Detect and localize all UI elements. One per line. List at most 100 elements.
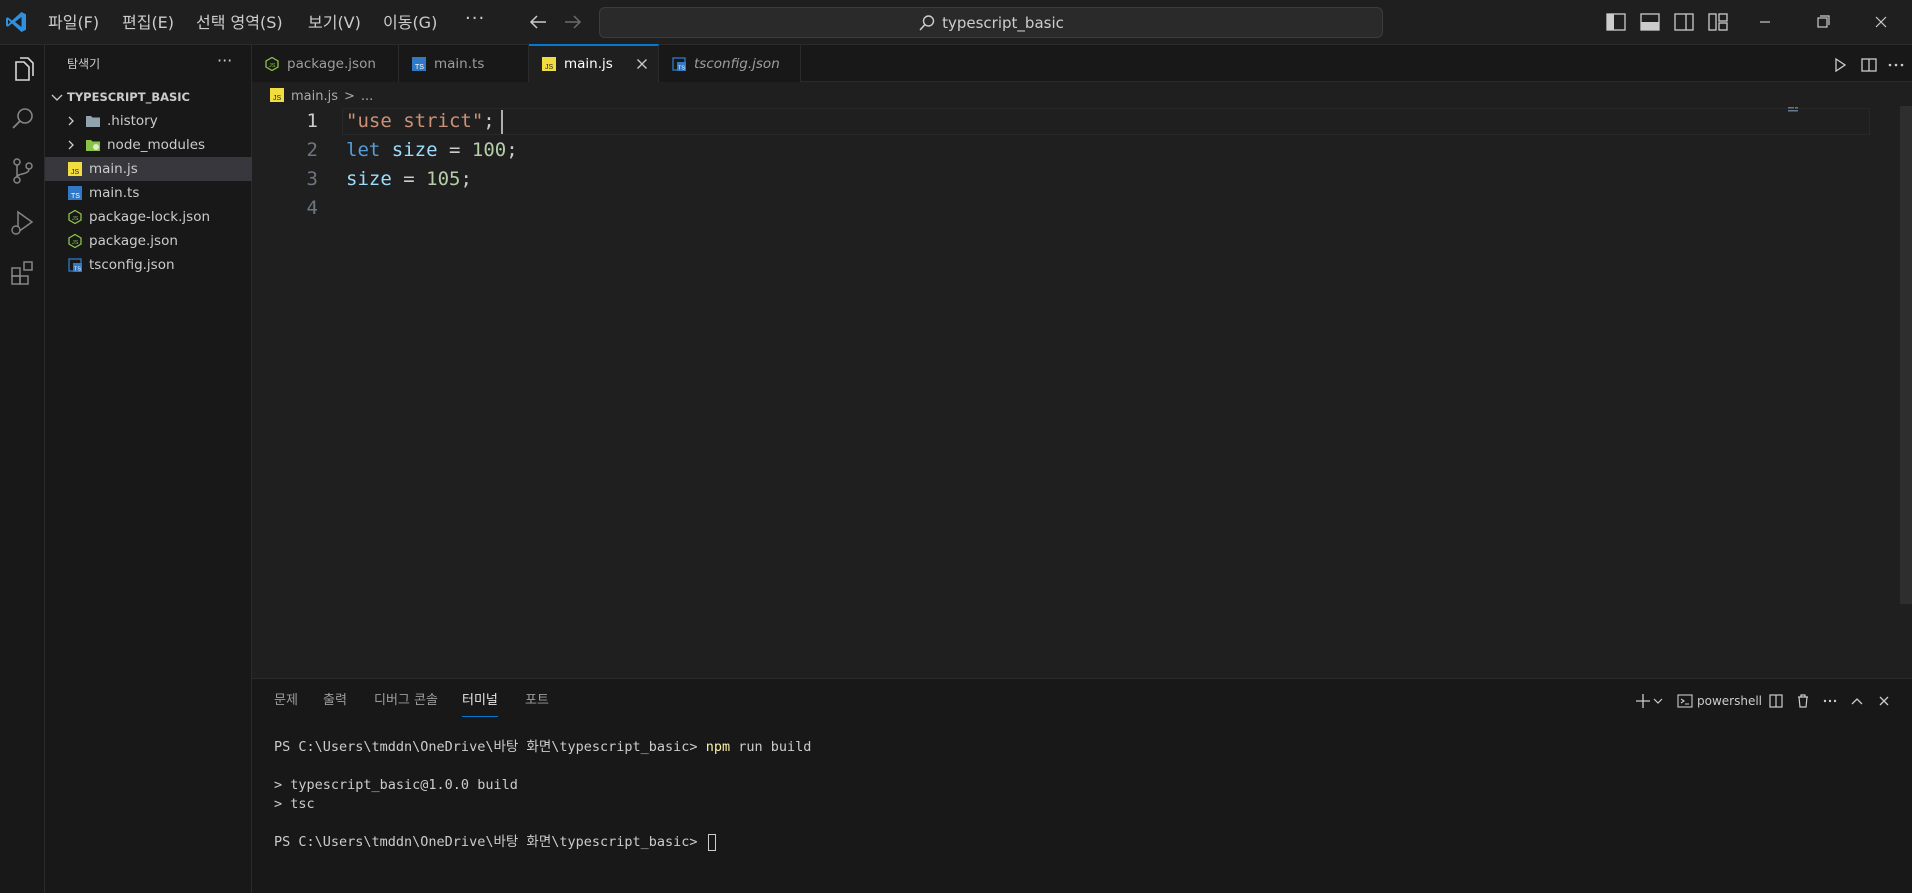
breadcrumb-file[interactable]: main.js [291,89,338,104]
tree-item-tsconfig-json[interactable]: TS tsconfig.json [45,253,252,277]
node-json-file-icon: JS [67,233,83,249]
chevron-down-icon [1653,698,1663,704]
tree-item-main-ts[interactable]: TS main.ts [45,181,252,205]
folder-name: TYPESCRIPT_BASIC [67,90,191,104]
tree-item-main-js[interactable]: JS main.js [45,157,252,181]
tab-problems[interactable]: 문제 [274,691,298,717]
menu-selection[interactable]: 선택 영역(S) [190,10,289,35]
search-icon[interactable] [5,101,41,137]
tsconfig-file-icon: TS [67,257,83,273]
tree-item-history[interactable]: .history [45,109,252,133]
restore-icon[interactable] [1808,8,1838,36]
tab-ports[interactable]: 포트 [525,691,549,717]
svg-text:JS: JS [72,240,79,246]
toggle-primary-sidebar-icon[interactable] [1604,10,1628,34]
search-icon [919,14,935,31]
menu-view[interactable]: 보기(V) [302,10,367,35]
close-tab-icon[interactable] [634,56,650,72]
string-token: "use strict" [346,110,484,132]
folder-header[interactable]: TYPESCRIPT_BASIC [45,86,252,108]
terminal-prompt: PS C:\Users\tmddn\OneDrive\바탕 화면\typescr… [274,739,706,755]
explorer-icon[interactable] [5,53,41,89]
bottom-panel: 문제 출력 디버그 콘솔 터미널 포트 powershell PS C:\Use… [252,678,1912,893]
javascript-file-icon: JS [541,56,557,72]
tab-main-ts[interactable]: TS main.ts [399,45,529,82]
folder-icon [85,113,101,129]
minimap[interactable] [1788,106,1804,114]
vscode-logo-icon [6,12,26,32]
split-editor-icon[interactable] [1859,55,1879,75]
close-window-icon[interactable] [1866,8,1896,36]
tab-debug-console[interactable]: 디버그 콘솔 [374,691,438,717]
breadcrumb-symbols[interactable]: ... [361,89,373,104]
toggle-secondary-sidebar-icon[interactable] [1672,10,1696,34]
breadcrumb-separator: > [344,88,355,104]
terminal-command: npm [705,739,731,755]
shell-name: powershell [1697,694,1762,708]
typescript-file-icon: TS [411,56,427,72]
node-json-file-icon: JS [67,209,83,225]
tab-label: main.ts [434,55,485,72]
source-control-icon[interactable] [5,153,41,189]
svg-text:TS: TS [74,267,81,273]
chevron-right-icon [63,115,79,127]
terminal-output-line: > tsc [274,796,315,812]
punctuation-token: ; [506,139,518,161]
svg-text:JS: JS [545,64,554,71]
run-icon[interactable] [1830,55,1850,75]
terminal-output-line: > typescript_basic@1.0.0 build [274,777,518,793]
node-folder-icon [85,137,101,153]
maximize-panel-icon[interactable] [1849,693,1865,709]
tab-main-js[interactable]: JS main.js [529,44,659,82]
editor-tab-bar: JS package.json TS main.ts JS main.js TS… [252,44,1912,82]
extensions-icon[interactable] [5,255,41,291]
tree-item-package-lock-json[interactable]: JS package-lock.json [45,205,252,229]
svg-text:TS: TS [71,193,80,200]
menu-go[interactable]: 이동(G) [377,10,443,35]
activity-bar [0,45,45,893]
trash-icon[interactable] [1795,693,1811,709]
explorer-more-button[interactable]: ··· [217,51,232,70]
close-panel-icon[interactable] [1876,693,1892,709]
menu-file[interactable]: 파일(F) [42,10,105,35]
tree-item-node-modules[interactable]: node_modules [45,133,252,157]
number-token: 100 [471,139,507,161]
menu-more-button[interactable]: ··· [465,8,485,29]
tab-tsconfig-json[interactable]: TS tsconfig.json [659,45,801,82]
command-center-search[interactable]: typescript_basic [599,7,1383,38]
vertical-scrollbar[interactable] [1900,106,1912,604]
tab-terminal[interactable]: 터미널 [462,691,498,717]
new-terminal-button[interactable] [1634,691,1664,711]
tab-label: package.json [287,55,376,72]
title-bar: 파일(F) 편집(E) 선택 영역(S) 보기(V) 이동(G) ··· typ… [0,0,1912,45]
menu-edit[interactable]: 편집(E) [116,10,180,35]
more-actions-icon[interactable] [1822,693,1838,709]
line-number: 1 [306,110,318,132]
minimize-icon[interactable] [1750,8,1780,36]
terminal-icon [1677,694,1693,708]
run-debug-icon[interactable] [5,205,41,241]
text-cursor [501,110,503,134]
tree-item-package-json[interactable]: JS package.json [45,229,252,253]
more-actions-icon[interactable] [1886,55,1906,75]
current-line-highlight [342,108,1870,135]
variable-token: size [391,139,438,161]
terminal-shell-selector[interactable]: powershell [1677,691,1762,711]
tab-output[interactable]: 출력 [323,691,347,717]
customize-layout-icon[interactable] [1706,10,1730,34]
arrow-left-icon[interactable] [526,10,550,34]
tab-package-json[interactable]: JS package.json [252,45,399,82]
tree-item-label: package-lock.json [89,209,211,225]
split-terminal-icon[interactable] [1768,693,1784,709]
breadcrumb: JS main.js > ... [270,86,373,106]
javascript-file-icon: JS [67,161,83,177]
code-editor[interactable]: 1 2 3 4 "use strict"; let size = 100; si… [252,106,1912,678]
toggle-panel-icon[interactable] [1638,10,1662,34]
tree-item-label: package.json [89,233,178,249]
arrow-right-icon[interactable] [561,10,585,34]
terminal-input-line[interactable]: PS C:\Users\tmddn\OneDrive\바탕 화면\typescr… [274,833,716,851]
code-line-1: "use strict"; [346,107,495,136]
variable-token: size [346,168,392,190]
tree-item-label: main.ts [89,185,140,201]
tree-item-label: main.js [89,161,138,177]
